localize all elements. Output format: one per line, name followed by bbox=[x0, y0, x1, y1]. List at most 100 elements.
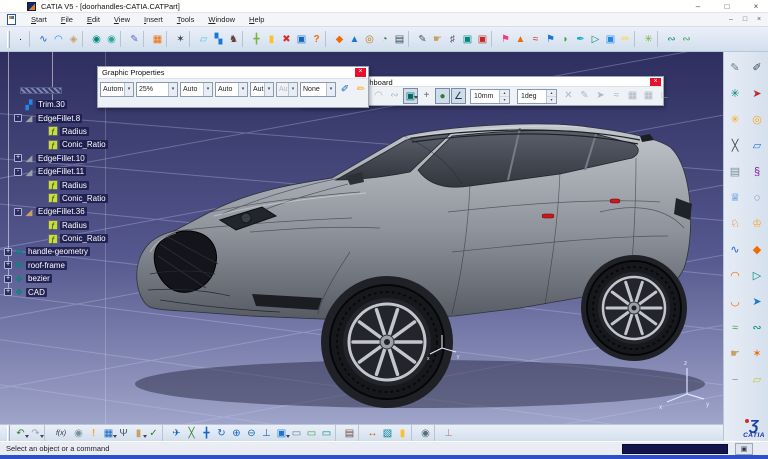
plane-icon[interactable]: ◈ bbox=[66, 31, 81, 48]
lock-icon[interactable]: ▮ bbox=[131, 425, 146, 442]
grid-b-icon[interactable]: ▦ bbox=[641, 88, 656, 104]
close-button[interactable]: × bbox=[750, 0, 762, 13]
minimize-button[interactable]: – bbox=[692, 0, 704, 13]
dart-icon[interactable]: ➤ bbox=[746, 289, 768, 315]
zoom-in-icon[interactable]: ⊕ bbox=[229, 425, 244, 442]
tree-item-trim-30[interactable]: ▞ Trim.30 bbox=[0, 98, 108, 111]
ring-tool-icon[interactable]: ◌ bbox=[746, 185, 768, 211]
pan-icon[interactable]: ╋ bbox=[199, 425, 214, 442]
measure-between-icon[interactable]: ↔ bbox=[365, 425, 380, 442]
menu-view[interactable]: View bbox=[107, 13, 137, 26]
comment-icon[interactable]: ◉ bbox=[71, 425, 86, 442]
globe-icon[interactable]: ◔ bbox=[377, 31, 392, 48]
feather-icon[interactable]: ✒ bbox=[573, 31, 588, 48]
tree-item-edgefillet-11[interactable]: - ◢ EdgeFillet.11 bbox=[0, 165, 108, 178]
snap-pencil-icon[interactable]: ✎ bbox=[577, 88, 592, 104]
catalog-icon[interactable]: ▤ bbox=[342, 425, 357, 442]
tree-item-edgefillet-8[interactable]: - ◢ EdgeFillet.8 bbox=[0, 111, 108, 124]
chevron-down-icon[interactable]: ▾ bbox=[288, 83, 297, 96]
plane-tool-icon[interactable]: ▱ bbox=[746, 367, 768, 393]
angle-stepper[interactable]: 1deg ▴▾ bbox=[517, 89, 557, 104]
maximize-button[interactable]: □ bbox=[721, 0, 733, 13]
hand-icon[interactable]: ☛ bbox=[430, 31, 445, 48]
tree-item-roof-frame[interactable]: + ❖ roof-frame bbox=[0, 259, 108, 272]
normal-view-icon[interactable]: ⊥ bbox=[259, 425, 274, 442]
arrow-up-icon[interactable]: ▲ bbox=[347, 31, 362, 48]
tree-item-radius-1[interactable]: ƒ Radius bbox=[0, 125, 108, 138]
tree-item-radius-2[interactable]: ƒ Radius bbox=[0, 178, 108, 191]
formula-icon[interactable]: f(x) bbox=[51, 425, 71, 442]
cube-red-icon[interactable]: ▣ bbox=[475, 31, 490, 48]
dashboard-close-icon[interactable]: × bbox=[650, 78, 661, 87]
relations-icon[interactable]: Ψ bbox=[116, 425, 131, 442]
child-restore-button[interactable]: □ bbox=[741, 14, 749, 25]
graphic-properties-close-icon[interactable]: × bbox=[355, 68, 366, 77]
auto-detection-icon[interactable]: ● bbox=[435, 88, 450, 104]
remove-icon[interactable]: ✖ bbox=[279, 31, 294, 48]
line-icon[interactable]: − bbox=[724, 367, 746, 393]
star-icon[interactable]: ✶ bbox=[746, 341, 768, 367]
spiral-icon[interactable]: ∿ bbox=[724, 237, 746, 263]
angle-down-icon[interactable]: ▾ bbox=[547, 97, 556, 103]
horse-tool-icon[interactable]: ♘ bbox=[724, 211, 746, 237]
bulb-icon[interactable]: ! bbox=[86, 425, 101, 442]
paint-face-icon[interactable]: ✎ bbox=[127, 31, 142, 48]
leaf-icon[interactable]: ◗ bbox=[558, 31, 573, 48]
horse-icon[interactable]: ♞ bbox=[226, 31, 241, 48]
menu-insert[interactable]: Insert bbox=[137, 13, 170, 26]
power-input-button[interactable]: ▣ bbox=[735, 443, 753, 455]
tree-item-cad[interactable]: + ❖ CAD bbox=[0, 285, 108, 298]
datum-feature-icon[interactable]: ⊥ bbox=[441, 425, 456, 442]
camera-icon[interactable]: ◉ bbox=[418, 425, 433, 442]
target-icon[interactable]: ╋ bbox=[249, 31, 264, 48]
help-icon[interactable]: ? bbox=[309, 31, 324, 48]
freehand-pen-icon[interactable]: ✐ bbox=[746, 55, 768, 81]
pen-yellow-icon[interactable]: ✏ bbox=[618, 31, 633, 48]
kite-tool-icon[interactable]: ▷ bbox=[746, 263, 768, 289]
crown-alt-icon[interactable]: ♔ bbox=[746, 211, 768, 237]
s-curve-icon[interactable]: § bbox=[746, 159, 768, 185]
undo-icon[interactable]: ↶ bbox=[13, 425, 28, 442]
redo-icon[interactable]: ↷ bbox=[28, 425, 43, 442]
flag-pink-icon[interactable]: ⚑ bbox=[498, 31, 513, 48]
graphic-properties-title-bar[interactable]: Graphic Properties × bbox=[98, 67, 368, 79]
wizard-icon[interactable]: ✏ bbox=[354, 82, 368, 97]
extract-icon[interactable]: ◉ bbox=[89, 31, 104, 48]
menu-window[interactable]: Window bbox=[201, 13, 242, 26]
tiles-icon[interactable]: ▚ bbox=[211, 31, 226, 48]
transparency-select[interactable]: 25% ▾ bbox=[136, 82, 178, 97]
spline-icon[interactable]: ∿ bbox=[36, 31, 51, 48]
light-plane-icon[interactable]: ▱ bbox=[196, 31, 211, 48]
menu-edit[interactable]: Edit bbox=[80, 13, 107, 26]
datum-creation-icon[interactable]: ◠ bbox=[371, 88, 386, 104]
mass-icon[interactable]: ▮ bbox=[395, 425, 410, 442]
furtive-display-icon[interactable]: ▣ bbox=[403, 88, 418, 104]
axes-icon[interactable]: ♯ bbox=[445, 31, 460, 48]
command-input[interactable] bbox=[622, 444, 728, 454]
tree-item-bezier[interactable]: + ❖ bezier bbox=[0, 272, 108, 285]
painter-icon[interactable]: ✐ bbox=[338, 82, 352, 97]
iso-view-icon[interactable]: ▣ bbox=[274, 425, 289, 442]
surface-patch-icon[interactable]: ◠ bbox=[51, 31, 66, 48]
chevron-down-icon[interactable]: ▾ bbox=[168, 83, 177, 96]
front-door-handle-highlight[interactable] bbox=[542, 214, 554, 218]
duck-icon[interactable]: ∾ bbox=[746, 315, 768, 341]
child-close-button[interactable]: × bbox=[755, 14, 763, 25]
book-icon[interactable]: ▤ bbox=[392, 31, 407, 48]
line-weight-select[interactable]: Auto ▾ bbox=[180, 82, 213, 97]
keep-icon[interactable]: ▮ bbox=[264, 31, 279, 48]
menu-file[interactable]: File bbox=[54, 13, 80, 26]
rotate-icon[interactable]: ↻ bbox=[214, 425, 229, 442]
tree-item-clipped[interactable] bbox=[20, 87, 62, 94]
toolbar-grip[interactable] bbox=[7, 425, 10, 442]
slope-icon[interactable]: ∠ bbox=[451, 88, 466, 104]
attenuation-icon[interactable]: ≈ bbox=[609, 88, 624, 104]
extract-bis-icon[interactable]: ◉ bbox=[104, 31, 119, 48]
render-style-select[interactable]: Aut ▾ bbox=[276, 82, 298, 97]
cube-icon[interactable]: ▣ bbox=[460, 31, 475, 48]
toolbar-grip[interactable] bbox=[7, 31, 10, 48]
mountain-icon[interactable]: ▲ bbox=[513, 31, 528, 48]
tree-item-edgefillet-10[interactable]: + ◢ EdgeFillet.10 bbox=[0, 152, 108, 165]
screen-alt-icon[interactable]: ▭ bbox=[319, 425, 334, 442]
select-icon[interactable]: · bbox=[13, 31, 28, 48]
